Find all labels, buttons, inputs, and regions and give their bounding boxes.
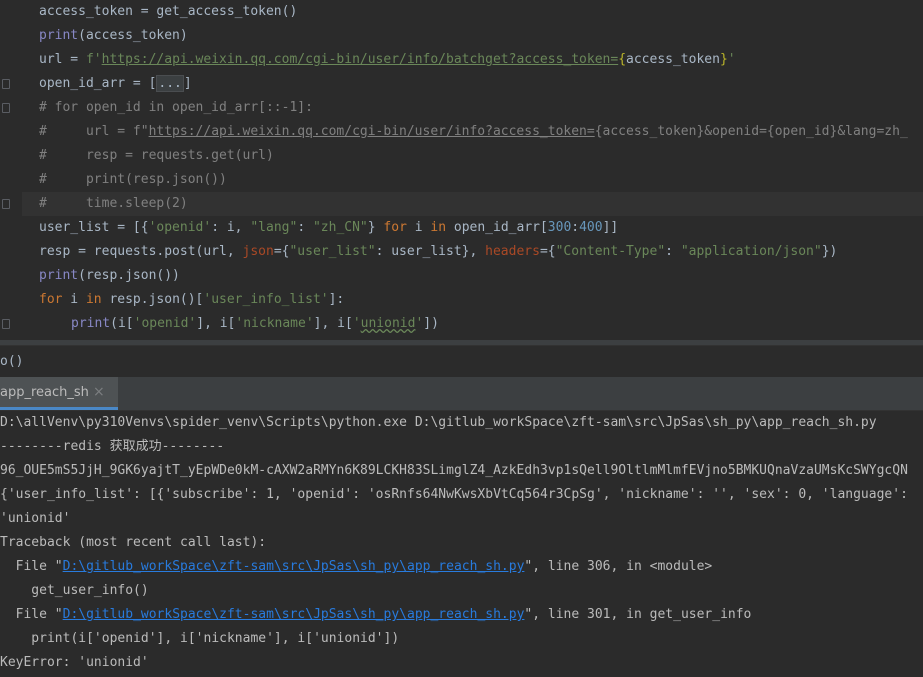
console-line: print(i['openid'], i['nickname'], i['uni… (0, 631, 400, 646)
tab-label: app_reach_sh (0, 385, 89, 400)
close-icon[interactable]: × (93, 384, 105, 400)
console-line: 'unionid' (0, 511, 71, 526)
code-line[interactable]: url = f'https://api.weixin.qq.com/cgi-bi… (39, 48, 736, 72)
url-link[interactable]: https://api.weixin.qq.com/cgi-bin/user/i… (102, 52, 619, 67)
code-line[interactable]: open_id_arr = [...] (39, 72, 192, 96)
code-line[interactable]: for i in resp.json()['user_info_list']: (39, 288, 344, 312)
run-console-output[interactable]: D:\allVenv\py310Venvs\spider_venv\Script… (0, 411, 923, 677)
file-link[interactable]: D:\gitlub_workSpace\zft-sam\src\JpSas\sh… (63, 559, 525, 574)
code-line[interactable]: resp = requests.post(url, json={"user_li… (39, 240, 837, 264)
fold-icon[interactable] (2, 199, 10, 209)
code-line[interactable]: print(access_token) (39, 24, 188, 48)
code-line[interactable]: user_list = [{'openid': i, "lang": "zh_C… (39, 216, 618, 240)
traceback-line: File "D:\gitlub_workSpace\zft-sam\src\Jp… (0, 559, 713, 574)
code-line-current[interactable]: # time.sleep(2) (22, 192, 923, 216)
code-line[interactable]: # for open_id in open_id_arr[::-1]: (39, 96, 313, 120)
code-line[interactable]: # resp = requests.get(url) (39, 144, 274, 168)
warning-squiggle[interactable]: unionid (361, 316, 416, 331)
code-line[interactable]: # print(resp.json()) (39, 168, 227, 192)
fold-icon[interactable] (2, 319, 10, 329)
folded-block[interactable]: ... (156, 75, 184, 92)
console-line: D:\allVenv\py310Venvs\spider_venv\Script… (0, 415, 877, 430)
code-line[interactable]: access_token = get_access_token() (39, 0, 297, 24)
console-line: --------redis 获取成功-------- (0, 439, 225, 454)
console-line: Traceback (most recent call last): (0, 535, 267, 550)
code-line[interactable]: # url = f"https://api.weixin.qq.com/cgi-… (39, 120, 908, 144)
code-editor[interactable]: access_token = get_access_token() print(… (0, 0, 923, 343)
fold-icon[interactable] (2, 103, 10, 113)
file-link[interactable]: D:\gitlub_workSpace\zft-sam\src\JpSas\sh… (63, 607, 525, 622)
tab-app-reach-sh[interactable]: app_reach_sh × (0, 377, 118, 410)
console-line: {'user_info_list': [{'subscribe': 1, 'op… (0, 487, 908, 502)
active-tab-indicator (0, 407, 118, 410)
editor-gutter (0, 0, 22, 343)
fold-icon[interactable] (2, 79, 10, 89)
code-line[interactable]: print(i['openid'], i['nickname'], i['uni… (71, 312, 439, 336)
breadcrumb: o() (0, 345, 923, 378)
run-tab-bar: app_reach_sh × (0, 377, 923, 411)
console-line: get_user_info() (0, 583, 149, 598)
breadcrumb-item[interactable]: o() (0, 354, 23, 369)
error-line: KeyError: 'unionid' (0, 655, 149, 670)
console-line: 96_OUE5mS5JjH_9GK6yajtT_yEpWDe0kM-cAXW2a… (0, 463, 908, 478)
url-link[interactable]: https://api.weixin.qq.com/cgi-bin/user/i… (149, 124, 595, 139)
traceback-line: File "D:\gitlub_workSpace\zft-sam\src\Jp… (0, 607, 752, 622)
code-line[interactable]: print(resp.json()) (39, 264, 180, 288)
